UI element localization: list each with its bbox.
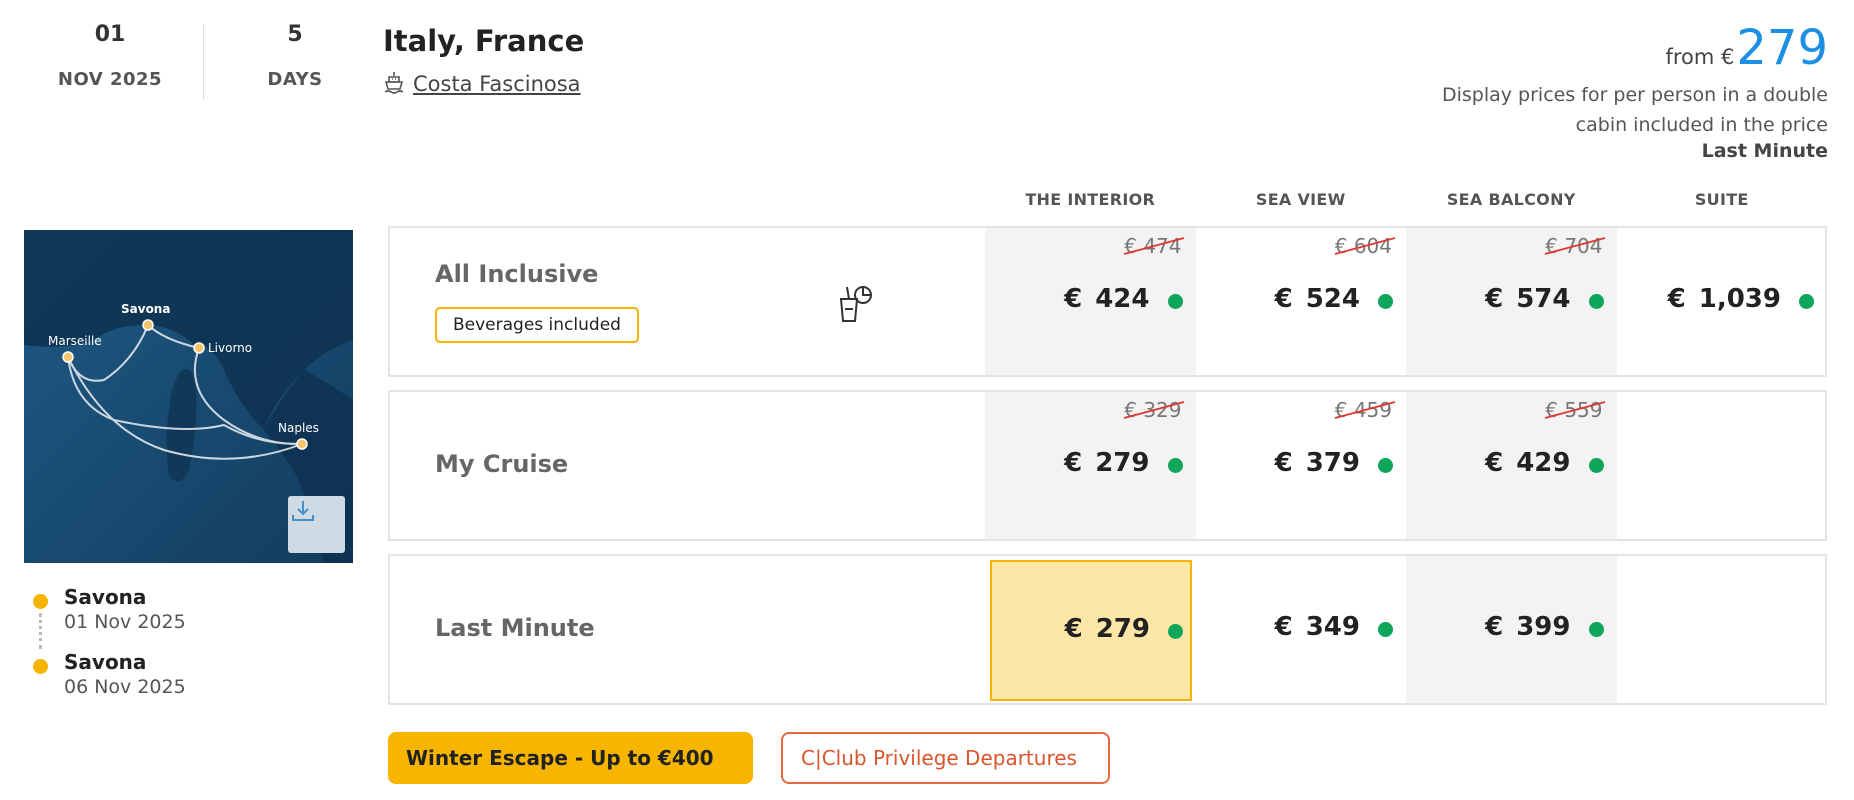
fare-row-last-minute: Last Minute € 279 € 349 € 399	[388, 554, 1827, 705]
map-label-naples: Naples	[278, 421, 319, 435]
stop-port: Savona	[64, 585, 147, 609]
stop-port: Savona	[64, 650, 147, 674]
old-price: € 559	[1545, 398, 1606, 422]
duration-unit: DAYS	[267, 69, 323, 90]
availability-dot	[1378, 458, 1393, 473]
stop-dot	[33, 594, 48, 609]
old-price: € 604	[1334, 234, 1395, 258]
itinerary: Savona 01 Nov 2025 Savona 06 Nov 2025	[30, 585, 186, 715]
departure-month-year: NOV 2025	[57, 69, 163, 90]
cabin-column-headers: THE INTERIOR SEA VIEW SEA BALCONY SUITE	[985, 190, 1827, 209]
fare-name: All Inclusive	[435, 260, 599, 288]
availability-dot	[1799, 294, 1814, 309]
price-cell-interior[interactable]: € 474 € 424	[985, 228, 1196, 375]
fare-row-all-inclusive: All Inclusive Beverages included € 474 €…	[388, 226, 1827, 377]
availability-dot	[1588, 294, 1604, 309]
price-cell-sea-balcony[interactable]: € 399	[1406, 556, 1617, 703]
current-price: € 429	[1485, 448, 1571, 478]
price-cell-interior[interactable]: € 329 € 279	[985, 392, 1196, 539]
ship-link[interactable]: Costa Fascinosa	[413, 72, 581, 96]
col-header-sea-balcony: SEA BALCONY	[1446, 190, 1576, 209]
old-price: € 329	[1124, 398, 1185, 422]
availability-dot	[1167, 458, 1183, 473]
fare-name: My Cruise	[435, 450, 569, 478]
fare-badge: Beverages included	[435, 307, 639, 343]
route-map[interactable]: Savona Marseille Livorno Naples	[24, 230, 353, 563]
promo-winter-escape-button[interactable]: Winter Escape - Up to €400 Off	[388, 732, 753, 800]
price-cell-sea-view[interactable]: € 349	[1196, 556, 1407, 703]
map-label-savona: Savona	[121, 302, 170, 316]
price-cell-suite[interactable]: € 1,039	[1617, 228, 1828, 375]
old-price: € 474	[1124, 234, 1185, 258]
availability-dot	[1588, 458, 1604, 473]
fare-row-my-cruise: My Cruise € 329 € 279 € 459 € 379 € 559 …	[388, 390, 1827, 541]
price-summary: from € 279 Display prices for per person…	[1408, 24, 1828, 162]
stop-date: 06 Nov 2025	[64, 676, 186, 698]
current-price: € 574	[1485, 284, 1571, 314]
price-note: Display prices for per person in a doubl…	[1441, 84, 1828, 136]
drink-icon	[835, 283, 875, 329]
availability-dot	[1167, 294, 1183, 309]
cruise-title: Italy, France	[383, 24, 585, 58]
from-price: 279	[1736, 20, 1828, 76]
current-price: € 349	[1274, 612, 1360, 642]
current-price: € 279	[1064, 614, 1150, 644]
ship-row: Costa Fascinosa	[383, 70, 581, 98]
price-cell-sea-view[interactable]: € 604 € 524	[1196, 228, 1407, 375]
col-header-sea-view: SEA VIEW	[1255, 190, 1346, 209]
availability-dot	[1588, 622, 1604, 637]
price-fare-label: Last Minute	[1701, 140, 1828, 162]
current-price: € 424	[1064, 284, 1150, 314]
current-price: € 399	[1485, 612, 1571, 642]
availability-dot	[1378, 294, 1393, 309]
current-price: € 279	[1064, 448, 1150, 478]
price-cell-interior-selected[interactable]: € 279	[990, 560, 1192, 701]
old-price: € 459	[1334, 398, 1395, 422]
price-cell-sea-balcony[interactable]: € 704 € 574	[1406, 228, 1617, 375]
current-price: € 379	[1274, 448, 1360, 478]
price-cell-sea-balcony[interactable]: € 559 € 429	[1406, 392, 1617, 539]
current-price: € 524	[1274, 284, 1360, 314]
price-cell-sea-view[interactable]: € 459 € 379	[1196, 392, 1407, 539]
col-header-interior: THE INTERIOR	[1025, 190, 1156, 209]
cruise-duration: 5 DAYS	[230, 22, 360, 90]
divider	[203, 24, 204, 100]
availability-dot	[1168, 624, 1183, 639]
from-label: from €	[1665, 45, 1735, 69]
stop-date: 01 Nov 2025	[64, 611, 186, 633]
map-label-marseille: Marseille	[48, 334, 102, 348]
map-label-livorno: Livorno	[208, 341, 252, 355]
departure-day: 01	[94, 22, 126, 47]
stop-dot	[33, 659, 48, 674]
itinerary-stop: Savona 01 Nov 2025	[30, 585, 186, 650]
fare-name: Last Minute	[435, 614, 595, 642]
col-header-suite: SUITE	[1694, 190, 1749, 209]
stop-connector	[39, 613, 42, 649]
ship-icon	[383, 70, 405, 98]
duration-value: 5	[287, 22, 303, 47]
availability-dot	[1378, 622, 1393, 637]
download-map-button[interactable]	[288, 496, 345, 553]
current-price: € 1,039	[1667, 284, 1781, 314]
old-price: € 704	[1545, 234, 1606, 258]
promo-cclub-button[interactable]: C|Club Privilege Departures	[781, 732, 1110, 784]
itinerary-stop: Savona 06 Nov 2025	[30, 650, 186, 715]
departure-date: 01 NOV 2025	[40, 22, 180, 90]
